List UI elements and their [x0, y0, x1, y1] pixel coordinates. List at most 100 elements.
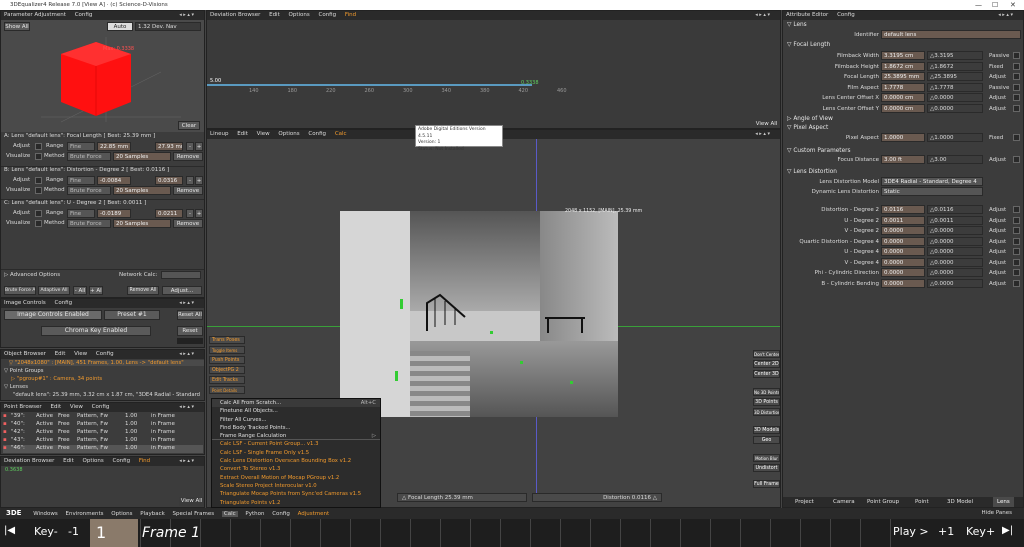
prev-frame-button[interactable]: -1 [68, 525, 79, 538]
navigation-mode[interactable]: 1.32 Dev. Nav [135, 22, 201, 31]
mode-checkbox[interactable] [1013, 62, 1020, 70]
geo-button[interactable]: Geo [753, 436, 780, 444]
attribute-ghost-field[interactable]: △0.0000 [927, 268, 983, 277]
range-from-field[interactable]: -0.0189 [97, 209, 131, 218]
footage-image[interactable] [340, 211, 618, 417]
attribute-value-field[interactable]: 0.0000 [881, 236, 925, 246]
close-button[interactable]: ✕ [1010, 0, 1016, 10]
view-menu[interactable]: View [257, 131, 270, 137]
view-all-button[interactable]: View All [755, 120, 778, 128]
center-2d-button[interactable]: Center 2D [753, 360, 780, 368]
calc-menu-item[interactable]: Calc All From Scratch... Alt+C [212, 399, 380, 408]
mode-checkbox[interactable] [1013, 52, 1020, 59]
calc-menu-item[interactable]: Extract Overall Motion of Mocap PGroup v… [212, 474, 380, 482]
toggle-items-button[interactable]: Toggle Items [209, 346, 245, 354]
full-frame-button[interactable]: Full Frame [753, 480, 780, 488]
lenses-row[interactable]: ▽ Lenses [4, 384, 28, 390]
attribute-ghost-field[interactable]: △0.0000 [927, 278, 983, 288]
panel-arrows-icon[interactable]: ◂ ▸ ▴ ▾ [179, 403, 194, 412]
3d-points-button[interactable]: 3D Points [753, 398, 780, 406]
point-groups-row[interactable]: ▽ Point Groups [4, 368, 44, 374]
edit-menu[interactable]: Edit [63, 458, 74, 464]
range-from-field[interactable]: 22.85 mm [97, 142, 131, 151]
track-marker[interactable] [400, 299, 403, 309]
range-select[interactable]: Fine [67, 176, 95, 185]
camera-row[interactable]: ▽ "2048x1080" : [MAIN], 451 Frames, 1.00… [9, 360, 204, 366]
range-to-field[interactable]: 27.93 mm [155, 142, 183, 151]
edit-menu[interactable]: Edit [269, 12, 280, 18]
adjust-checkbox[interactable] [35, 210, 42, 217]
edit-menu[interactable]: Edit [50, 404, 61, 410]
attribute-mode[interactable]: Adjust [989, 228, 1006, 234]
lens-row[interactable]: "default lens": 25.39 mm, 3.32 cm x 1.87… [13, 392, 205, 398]
calc-menu[interactable]: Calc [335, 131, 347, 137]
attribute-value-field[interactable]: 0.0000 [881, 226, 925, 235]
pixel-aspect-ghost[interactable]: △1.0000 [927, 133, 983, 142]
advanced-options-toggle[interactable]: ▷ Advanced Options [4, 272, 60, 278]
adaptive-all-button[interactable]: Adaptive All [38, 286, 70, 295]
method-select[interactable]: Brute Force [67, 219, 111, 228]
menu-special-frames[interactable]: Special Frames [173, 511, 215, 517]
image-controls-enabled-button[interactable]: Image Controls Enabled [4, 310, 102, 320]
samples-field[interactable]: 20 Samples [113, 219, 171, 228]
focus-distance-mode[interactable]: Adjust [989, 157, 1006, 163]
motion-blur-button[interactable]: Motion Blur [753, 454, 780, 462]
clear-button[interactable]: Clear [178, 121, 200, 130]
adjust-graph-area[interactable]: Show All Auto 1.32 Dev. Nav Max: 0.3338 … [1, 20, 204, 132]
attribute-ghost-field[interactable]: △0.0000 [927, 226, 983, 235]
panel-arrows-icon[interactable]: ◂ ▸ ▴ ▾ [179, 350, 194, 359]
config-menu[interactable]: Config [318, 12, 336, 18]
first-frame-button[interactable]: |◀ [4, 525, 15, 536]
point-row[interactable]: ▪ "42": Active Free Pattern, Fw 1.00 in Frame [3, 429, 203, 437]
mode-checkbox[interactable] [1013, 83, 1020, 91]
objectpg-button[interactable]: ObjectPG 2 [209, 366, 245, 374]
attribute-value-field[interactable]: 0.0000 [881, 247, 925, 256]
center-3d-button[interactable]: Center 3D [753, 370, 780, 378]
minus-all-button[interactable]: - All [73, 286, 87, 295]
remove-all-button[interactable]: Remove All [127, 286, 159, 295]
attribute-mode[interactable]: Passive [989, 85, 1009, 91]
panel-arrows-icon[interactable]: ◂ ▸ ▴ ▾ [755, 11, 770, 20]
calc-menu-item[interactable]: Triangulate Points v1.2 [212, 499, 380, 507]
last-frame-button[interactable]: ▶| [1002, 525, 1013, 536]
options-menu[interactable]: Options [289, 12, 310, 18]
config-menu[interactable]: Config [75, 12, 93, 18]
calc-menu-item[interactable]: Filter All Curves... [212, 416, 380, 424]
current-frame-box[interactable]: 1 [90, 519, 138, 547]
attribute-ghost-field[interactable]: △0.0011 [927, 215, 983, 225]
config-menu[interactable]: Config [837, 12, 855, 18]
attribute-value-field[interactable]: 0.0000 cm [881, 103, 925, 113]
pixel-aspect-mode[interactable]: Fixed [989, 135, 1003, 141]
visualize-checkbox[interactable] [35, 187, 42, 194]
calc-menu-item[interactable]: Calc LSF - Single Frame Only v1.5 [212, 449, 380, 457]
menu-windows[interactable]: Windows [33, 511, 58, 517]
panel-arrows-icon[interactable]: ◂ ▸ ▴ ▾ [179, 299, 194, 308]
reset-button[interactable]: Reset [177, 326, 203, 336]
menu-config[interactable]: Config [272, 511, 290, 517]
mode-checkbox[interactable] [1013, 258, 1020, 266]
key-next-button[interactable]: Key+ [966, 525, 995, 538]
plus-all-button[interactable]: + All [89, 286, 103, 295]
panel-arrows-icon[interactable]: ◂ ▸ ▴ ▾ [755, 130, 770, 139]
calc-menu-item[interactable]: Calc Lens Distortion Overscan Bounding B… [212, 457, 380, 465]
options-menu[interactable]: Options [278, 131, 299, 137]
distortion-model-select[interactable]: 3DE4 Radial - Standard, Degree 4 [881, 177, 983, 186]
samples-field[interactable]: 20 Samples [113, 152, 171, 161]
menu-playback[interactable]: Playback [140, 511, 165, 517]
remove-button[interactable]: Remove [173, 152, 203, 161]
method-select[interactable]: Brute Force [67, 186, 111, 195]
mode-checkbox[interactable] [1013, 216, 1020, 224]
attribute-value-field[interactable]: 0.0000 [881, 257, 925, 267]
attribute-mode[interactable]: Adjust [989, 207, 1006, 213]
deviation-graph[interactable]: 5.00 0.3338 140 180 220 260 300 340 380 420 460 … [207, 20, 780, 128]
key-prev-button[interactable]: Key- [34, 525, 58, 538]
range-to-field[interactable]: 0.0316 [155, 176, 183, 185]
attribute-value-field[interactable]: 1.7778 [881, 82, 925, 92]
calc-menu-item[interactable]: Convert To Stereo v1.3 [212, 465, 380, 473]
method-select[interactable]: Brute Force [67, 152, 111, 161]
calc-menu-item[interactable]: Calc LSF - Current Point Group... v1.3 [212, 440, 380, 448]
mode-checkbox[interactable] [1013, 206, 1020, 213]
chroma-key-button[interactable]: Chroma Key Enabled [41, 326, 151, 336]
minus-button[interactable]: - [186, 142, 194, 151]
attribute-mode[interactable]: Adjust [989, 281, 1006, 287]
